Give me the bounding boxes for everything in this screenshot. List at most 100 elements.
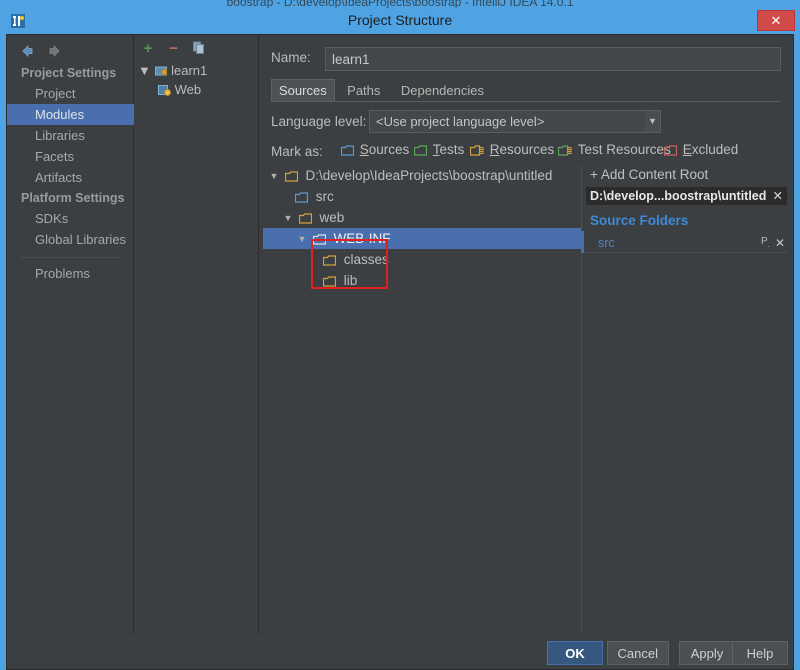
folder-resources-icon: [469, 144, 488, 159]
remove-module-button[interactable]: −: [165, 41, 181, 57]
tab-sources[interactable]: Sources: [271, 79, 335, 101]
module-tabs: Sources Paths Dependencies: [271, 79, 781, 101]
arrow-left-icon[interactable]: [19, 43, 37, 59]
module-tree-item-web[interactable]: Web: [134, 80, 259, 99]
ok-button[interactable]: OK: [547, 641, 603, 665]
project-structure-dialog: Project Structure ✕ Project Settings Pro…: [0, 8, 800, 670]
folder-blue-icon: [294, 191, 312, 206]
folder-orange-icon: [298, 212, 316, 227]
chevron-down-icon[interactable]: ▼: [645, 110, 661, 133]
tree-label-content-root: D:\develop\IdeaProjects\boostrap\untitle…: [305, 168, 553, 183]
tab-dependencies[interactable]: Dependencies: [393, 79, 492, 101]
content-root-path: D:\develop...boostrap\untitled: [590, 189, 767, 203]
sidebar-item-sdks[interactable]: SDKs: [7, 208, 134, 229]
folder-red-icon: [663, 144, 681, 159]
tree-row[interactable]: ▼ web: [263, 207, 581, 228]
sidebar-list: Project Settings Project Modules Librari…: [7, 63, 134, 284]
mark-as-toolbar: Mark as: Sources Tests Resources Test Re…: [271, 142, 781, 162]
mark-as-resources-button[interactable]: Resources: [469, 142, 555, 162]
chevron-down-icon[interactable]: ▼: [295, 229, 309, 250]
tree-label-lib: lib: [343, 273, 358, 288]
language-level-row: Language level: <Use project language le…: [271, 110, 781, 134]
dialog-titlebar: Project Structure ✕: [0, 8, 800, 34]
arrow-right-icon[interactable]: [45, 43, 63, 59]
mark-as-resources-label-rest: esources: [499, 142, 555, 157]
tree-label-web-inf: WEB-INF: [333, 231, 391, 246]
close-button[interactable]: ✕: [757, 10, 795, 31]
mark-as-tests-button[interactable]: Tests: [413, 142, 465, 162]
language-level-select[interactable]: <Use project language level>: [369, 110, 661, 133]
folder-test-resources-icon: [557, 144, 576, 159]
dialog-button-bar: OK Cancel Apply Help: [6, 634, 794, 670]
content-root-tree: ▼ D:\develop\IdeaProjects\boostrap\untit…: [263, 165, 581, 633]
tree-label-web: web: [319, 210, 345, 225]
mark-as-label: Mark as:: [271, 144, 323, 159]
sidebar-group-platform-settings: Platform Settings: [21, 191, 125, 205]
mark-as-excluded-label-rest: xcluded: [691, 142, 739, 157]
remove-source-folder-icon[interactable]: ✕: [775, 235, 785, 251]
apply-button[interactable]: Apply: [679, 641, 735, 665]
add-content-root-button[interactable]: + Add Content Root: [590, 167, 708, 182]
mark-as-excluded-button[interactable]: Excluded: [663, 142, 739, 162]
sidebar-item-facets[interactable]: Facets: [7, 146, 134, 167]
cancel-button[interactable]: Cancel: [606, 641, 669, 665]
content-root-chip[interactable]: D:\develop...boostrap\untitled ✕: [586, 187, 787, 205]
chevron-down-icon[interactable]: ▼: [138, 63, 151, 78]
tabs-underline: [271, 101, 781, 102]
chevron-down-icon[interactable]: ▼: [281, 208, 295, 229]
settings-sidebar: Project Settings Project Modules Librari…: [7, 35, 134, 635]
module-name-web: Web: [174, 82, 202, 97]
sidebar-item-problems[interactable]: Problems: [7, 263, 134, 284]
module-tree: ▼ learn1 Web: [134, 61, 259, 99]
dialog-title: Project Structure: [347, 12, 453, 28]
add-module-button[interactable]: +: [140, 41, 156, 57]
tree-row-selected[interactable]: ▼ WEB-INF: [263, 228, 581, 249]
module-tree-item-learn1[interactable]: ▼ learn1: [134, 61, 259, 80]
package-prefix-icon[interactable]: P.: [761, 236, 770, 249]
plus-icon: +: [590, 167, 598, 182]
sidebar-item-artifacts[interactable]: Artifacts: [7, 167, 134, 188]
tree-label-classes: classes: [343, 252, 389, 267]
sidebar-item-global-libraries[interactable]: Global Libraries: [7, 229, 134, 250]
folder-green-icon: [413, 144, 431, 159]
tab-paths[interactable]: Paths: [339, 79, 388, 101]
mark-as-test-resources-button[interactable]: Test Resources: [557, 142, 671, 162]
source-folder-row[interactable]: src P. ✕: [586, 235, 787, 253]
dialog-body: Project Settings Project Modules Librari…: [6, 34, 794, 635]
folder-orange-icon: [312, 233, 330, 248]
mark-as-sources-button[interactable]: Sources: [340, 142, 409, 162]
tree-label-src: src: [315, 189, 334, 204]
module-name-learn1: learn1: [171, 63, 208, 78]
tree-row[interactable]: src: [263, 186, 581, 207]
tree-row[interactable]: ▼ D:\develop\IdeaProjects\boostrap\untit…: [263, 165, 581, 186]
module-editor: Name: Sources Paths Dependencies Languag…: [259, 35, 793, 635]
folder-orange-icon: [284, 170, 302, 185]
navigation-arrows: [19, 43, 67, 61]
sidebar-item-modules[interactable]: Modules: [7, 104, 134, 125]
tree-row[interactable]: lib: [263, 270, 581, 291]
name-label: Name:: [271, 50, 311, 65]
language-level-label: Language level:: [271, 114, 367, 129]
remove-content-root-icon[interactable]: ✕: [773, 187, 783, 205]
content-root-details: + Add Content Root D:\develop...boostrap\…: [581, 165, 791, 633]
source-folder-marker: [581, 231, 584, 253]
sidebar-item-project[interactable]: Project: [7, 83, 134, 104]
module-icon: [154, 63, 172, 78]
chevron-down-icon[interactable]: ▼: [267, 166, 281, 187]
folder-orange-icon: [322, 254, 340, 269]
folder-orange-icon: [322, 275, 340, 290]
sidebar-divider: [21, 257, 120, 258]
module-name-input[interactable]: [325, 47, 781, 71]
module-toolbar: + −: [140, 41, 212, 59]
sidebar-item-libraries[interactable]: Libraries: [7, 125, 134, 146]
copy-icon[interactable]: [191, 41, 207, 57]
source-folders-header: Source Folders: [590, 213, 689, 228]
tree-row[interactable]: classes: [263, 249, 581, 270]
help-button[interactable]: Help: [732, 641, 788, 665]
sidebar-group-project-settings: Project Settings: [21, 66, 117, 80]
mark-as-tests-label-rest: ests: [439, 142, 465, 157]
mark-as-test-resources-label: Test Resources: [577, 142, 671, 157]
source-folder-name: src: [598, 236, 615, 250]
add-content-root-label: Add Content Root: [600, 167, 709, 182]
module-list-panel: + − ▼ learn1 Web: [134, 35, 259, 635]
